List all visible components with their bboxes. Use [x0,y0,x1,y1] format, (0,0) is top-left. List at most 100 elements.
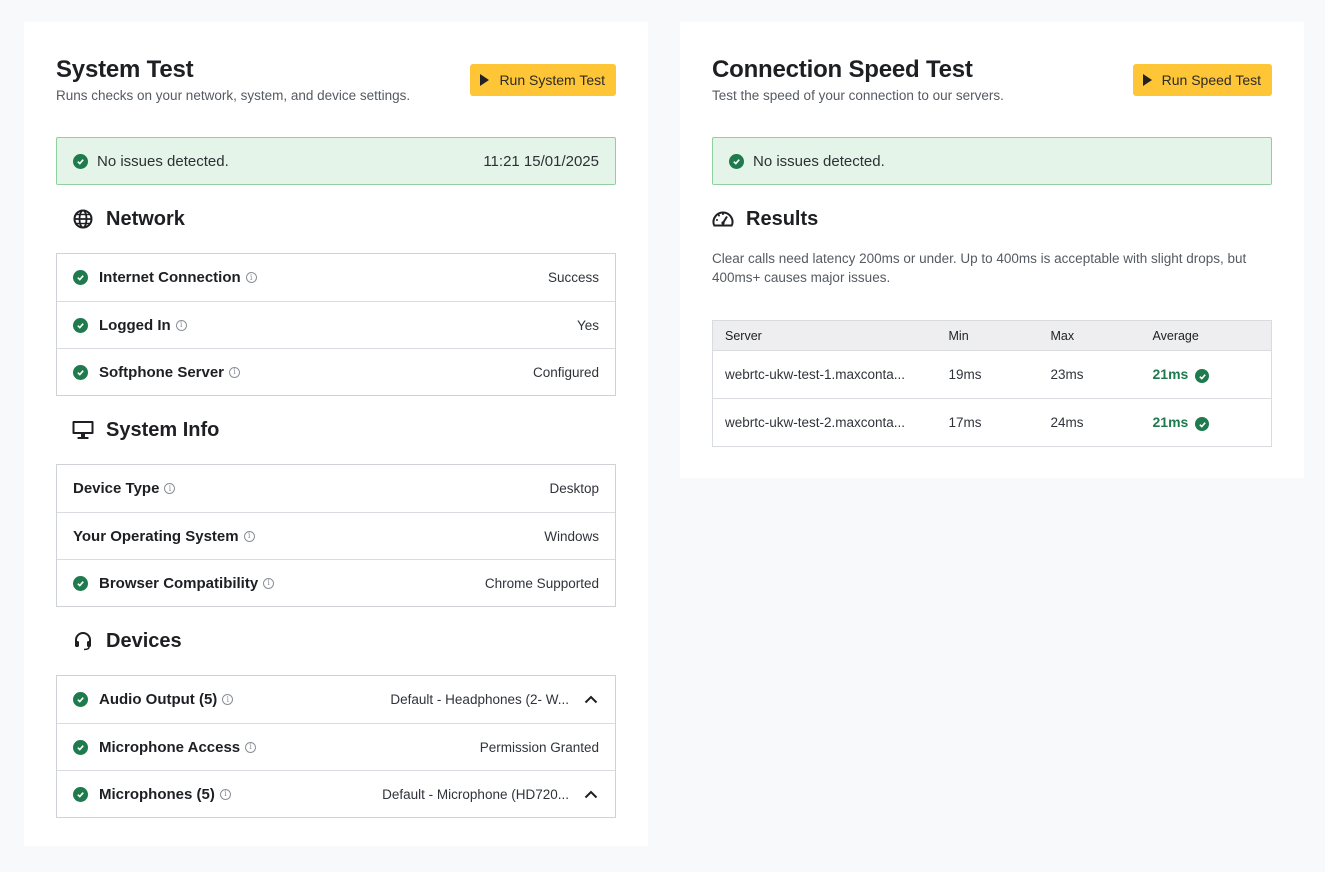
system-test-subtitle: Runs checks on your network, system, and… [56,88,411,103]
check-circle-icon [729,153,744,169]
run-speed-test-button[interactable]: Run Speed Test [1132,64,1272,96]
check-circle-icon [73,739,88,755]
table-row: webrtc-ukw-test-1.maxconta... 19ms 23ms … [712,350,1272,399]
row-label: Internet Connection [99,269,241,286]
average-value: 21ms [1152,413,1189,430]
globe-icon [72,208,94,230]
row-label: Microphone Access [99,738,241,756]
check-circle-icon [1195,369,1210,384]
server-cell: webrtc-ukw-test-1.maxconta... [712,350,937,399]
speed-test-header: Connection Speed Test Test the speed of … [712,22,1272,137]
row-value: Desktop [549,481,599,496]
info-icon[interactable]: i [245,272,257,283]
row-logged-in: Logged In i Yes [57,301,615,348]
table-header-row: Server Min Max Average [712,320,1272,351]
info-icon[interactable]: i [222,694,234,705]
info-icon[interactable]: i [263,577,275,589]
info-icon[interactable]: i [229,366,241,378]
system-test-title: System Test [56,56,194,83]
speed-status-text: No issues detected. [753,152,885,170]
row-value: Default - Headphones (2- W... [390,692,569,707]
system-test-panel: System Test Runs checks on your network,… [24,22,648,846]
row-operating-system: Your Operating System i Windows [57,512,615,559]
check-circle-icon [73,575,88,591]
row-microphone-access: Microphone Access i Permission Granted [57,723,615,770]
row-value: Windows [544,528,599,544]
monitor-icon [72,419,94,441]
chevron-up-icon[interactable] [583,692,599,708]
row-browser-compatibility: Browser Compatibility i Chrome Supported [57,559,615,606]
results-section-heading: Results [712,185,1272,253]
devices-section-title: Devices [106,629,182,652]
results-title: Results [746,207,819,230]
min-cell: 17ms [936,398,1039,447]
speed-test-panel: Connection Speed Test Test the speed of … [680,22,1304,478]
system-status-text: No issues detected. [97,152,229,170]
column-header-max: Max [1038,320,1141,351]
row-label: Your Operating System [73,527,239,545]
row-value: Permission Granted [479,739,599,755]
row-value: Yes [576,317,599,333]
speedometer-icon [712,208,734,230]
info-icon[interactable]: i [243,530,255,542]
server-cell: webrtc-ukw-test-2.maxconta... [712,398,937,447]
devices-section-heading: Devices [56,607,616,675]
speed-test-subtitle: Test the speed of your connection to our… [712,88,1004,103]
chevron-up-icon[interactable] [583,786,599,802]
row-value: Success [547,270,599,285]
min-cell: 19ms [936,350,1039,399]
check-circle-icon [73,317,88,333]
row-label: Logged In [99,316,171,334]
row-value: Configured [532,364,599,380]
info-icon[interactable]: i [245,741,257,753]
row-label: Browser Compatibility [99,574,259,592]
system-info-section-heading: System Info [56,396,616,464]
play-icon [480,74,490,86]
system-info-rows: Device Type i Desktop Your Operating Sys… [56,464,616,607]
system-info-section-title: System Info [106,418,220,441]
column-header-min: Min [936,320,1039,351]
column-header-average: Average [1140,320,1272,351]
info-icon[interactable]: i [219,788,231,800]
check-circle-icon [73,270,88,285]
check-circle-icon [73,153,88,169]
results-description: Clear calls need latency 200ms or under.… [712,251,1247,285]
run-speed-test-label: Run Speed Test [1161,72,1261,88]
network-rows: Internet Connection i Success Logged In … [56,253,616,396]
row-label: Audio Output (5) [99,691,218,708]
row-label: Microphones (5) [99,785,215,803]
system-status-timestamp: 11:21 15/01/2025 [483,152,599,170]
check-circle-icon [73,364,88,380]
check-circle-icon [1195,417,1210,432]
check-circle-icon [73,786,88,802]
row-microphones: Microphones (5) i Default - Microphone (… [57,770,615,817]
headset-icon [72,630,94,652]
column-header-server: Server [712,320,937,351]
max-cell: 24ms [1038,398,1141,447]
table-row: webrtc-ukw-test-2.maxconta... 17ms 24ms … [712,398,1272,447]
row-device-type: Device Type i Desktop [57,465,615,512]
network-section-heading: Network [56,185,616,253]
run-system-test-label: Run System Test [499,72,605,88]
speed-status-banner: No issues detected. [712,137,1272,185]
speed-results-table: Server Min Max Average webrtc-ukw-test-1… [712,320,1272,447]
check-circle-icon [73,692,88,707]
network-section-title: Network [106,207,185,230]
row-audio-output: Audio Output (5) i Default - Headphones … [57,676,615,723]
row-softphone-server: Softphone Server i Configured [57,348,615,395]
devices-rows: Audio Output (5) i Default - Headphones … [56,675,616,818]
average-value: 21ms [1152,365,1189,382]
row-label: Softphone Server [99,363,225,381]
row-label: Device Type [73,480,160,497]
row-value: Chrome Supported [484,575,599,591]
average-cell: 21ms [1140,350,1272,399]
run-system-test-button[interactable]: Run System Test [470,64,616,96]
average-cell: 21ms [1140,398,1272,447]
info-icon[interactable]: i [164,483,176,494]
row-value: Default - Microphone (HD720... [382,786,569,802]
system-status-banner: No issues detected. 11:21 15/01/2025 [56,137,616,185]
play-icon [1142,74,1152,86]
info-icon[interactable]: i [175,319,187,331]
system-test-header: System Test Runs checks on your network,… [56,22,616,137]
speed-test-title: Connection Speed Test [712,56,973,83]
